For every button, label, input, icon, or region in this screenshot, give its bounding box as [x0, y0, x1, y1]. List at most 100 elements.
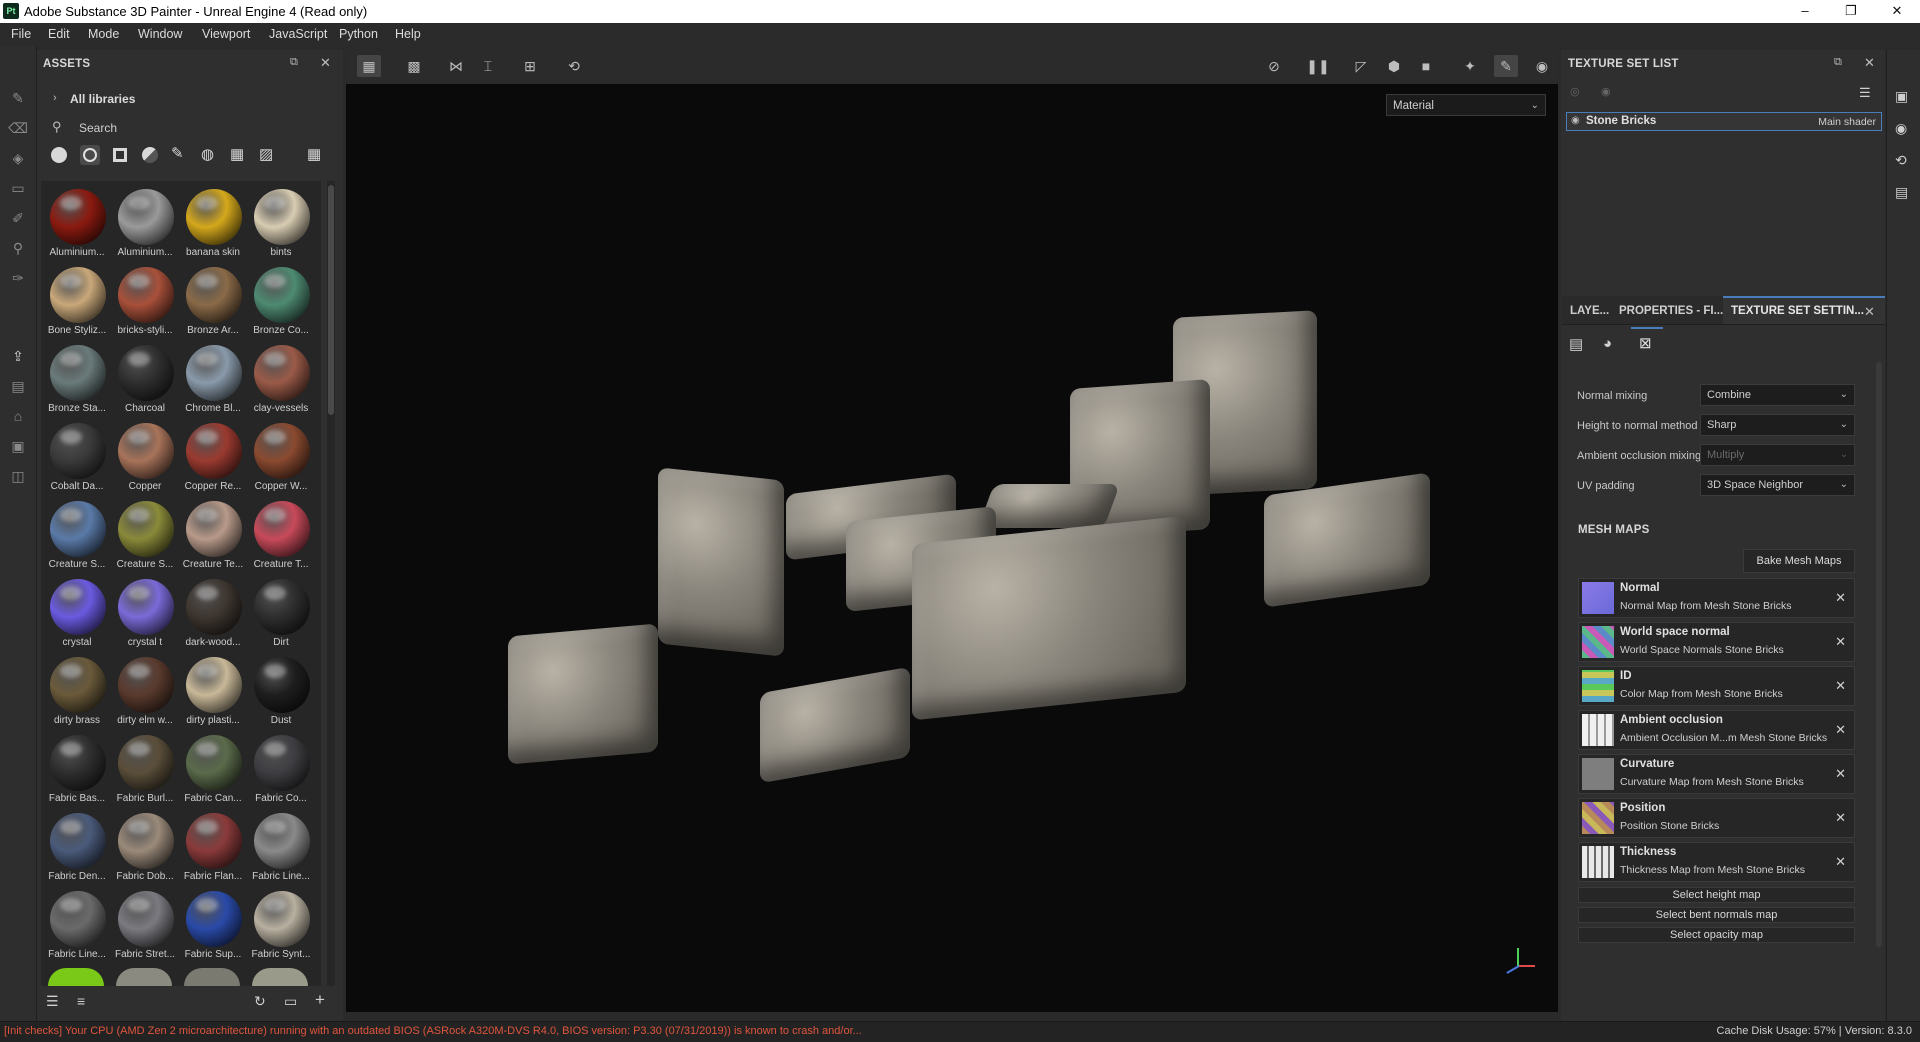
- display-settings-icon[interactable]: ▣: [1895, 88, 1908, 105]
- maximize-button[interactable]: ❐: [1828, 0, 1874, 23]
- geometry-mask-icon[interactable]: ▭: [8, 178, 28, 198]
- close-tab-icon[interactable]: ✕: [1864, 304, 1875, 320]
- menu-python[interactable]: Python: [339, 27, 378, 41]
- clone-tool-icon[interactable]: ⚲: [8, 238, 28, 258]
- select-opacity-map-button[interactable]: Select opacity map: [1578, 927, 1855, 943]
- assets-scrollbar-thumb[interactable]: [328, 185, 334, 415]
- grid-view-icon[interactable]: ▦: [357, 55, 381, 77]
- asset-thumbnail[interactable]: Fabric Co...: [247, 731, 315, 807]
- asset-thumbnail[interactable]: Creature S...: [43, 497, 111, 573]
- view-mode-icon[interactable]: ▦: [307, 145, 321, 163]
- menu-icon[interactable]: ☰: [1859, 85, 1871, 101]
- asset-thumbnail[interactable]: Fabric Stret...: [111, 887, 179, 963]
- mesh-map-normal[interactable]: Normal Normal Map from Mesh Stone Bricks…: [1578, 578, 1855, 618]
- mesh-map-thickness[interactable]: Thickness Thickness Map from Mesh Stone …: [1578, 842, 1855, 882]
- menu-edit[interactable]: Edit: [48, 27, 70, 41]
- height-to-normal-select[interactable]: Sharp ⌄: [1700, 414, 1855, 436]
- select-bent-normals-map-button[interactable]: Select bent normals map: [1578, 907, 1855, 923]
- tab-properties[interactable]: PROPERTIES - FI...: [1619, 305, 1723, 317]
- chevron-right-icon[interactable]: ›: [53, 92, 57, 104]
- float-panel-icon[interactable]: ⧉: [1834, 56, 1842, 69]
- search-input[interactable]: Search: [79, 121, 117, 135]
- asset-thumbnail[interactable]: Fabric Dob...: [111, 809, 179, 885]
- remove-icon[interactable]: ✕: [1835, 634, 1846, 650]
- asset-thumbnail[interactable]: dirty brass: [43, 653, 111, 729]
- asset-thumbnail[interactable]: bricks-styli...: [111, 263, 179, 339]
- asset-thumbnail[interactable]: Copper: [111, 419, 179, 495]
- remove-icon[interactable]: ✕: [1835, 590, 1846, 606]
- filter-grid-textures-icon[interactable]: ▦: [230, 145, 244, 163]
- asset-thumbnail[interactable]: Copper W...: [247, 419, 315, 495]
- history-icon[interactable]: ⟲: [562, 55, 586, 77]
- menu-mode[interactable]: Mode: [88, 27, 119, 41]
- asset-thumbnail[interactable]: Fabric Line...: [43, 887, 111, 963]
- status-warning[interactable]: [Init checks] Your CPU (AMD Zen 2 microa…: [4, 1025, 862, 1037]
- history-panel-icon[interactable]: ⟲: [1895, 152, 1907, 169]
- tab-texture-set-settings[interactable]: TEXTURE SET SETTIN...: [1731, 305, 1864, 317]
- render-icon[interactable]: ✦: [1458, 55, 1482, 77]
- refresh-icon[interactable]: ↻: [254, 993, 266, 1010]
- filter-materials-icon[interactable]: [51, 147, 67, 163]
- export-icon[interactable]: ⇪: [8, 346, 28, 366]
- asset-thumbnail[interactable]: Dust: [247, 653, 315, 729]
- filter-brushes-icon[interactable]: ✎: [171, 144, 184, 162]
- viewport-mode-select[interactable]: Material ⌄: [1386, 94, 1546, 116]
- asset-thumbnail[interactable]: Creature S...: [111, 497, 179, 573]
- asset-thumbnail[interactable]: Bronze Sta...: [43, 341, 111, 417]
- asset-thumbnail[interactable]: Fabric Line...: [247, 809, 315, 885]
- camera-icon[interactable]: ■: [1414, 55, 1438, 77]
- mesh-map-curvature[interactable]: Curvature Curvature Map from Mesh Stone …: [1578, 754, 1855, 794]
- asset-thumbnail[interactable]: Charcoal: [111, 341, 179, 417]
- asset-thumbnail[interactable]: Fabric Burl...: [111, 731, 179, 807]
- symmetry-icon[interactable]: ⋈: [444, 55, 468, 77]
- asset-thumbnail[interactable]: Dirt: [247, 575, 315, 651]
- asset-thumbnail[interactable]: Fabric Flan...: [179, 809, 247, 885]
- folder-icon[interactable]: ▭: [284, 993, 297, 1010]
- close-panel-icon[interactable]: ✕: [320, 55, 331, 71]
- asset-thumbnail[interactable]: Cobalt Da...: [43, 419, 111, 495]
- menu-file[interactable]: File: [11, 27, 31, 41]
- asset-thumbnail[interactable]: Fabric Sup...: [179, 887, 247, 963]
- log-panel-icon[interactable]: ▤: [1895, 184, 1908, 201]
- asset-thumbnail[interactable]: bints: [247, 185, 315, 261]
- material-sphere-icon[interactable]: ◕: [1603, 335, 1612, 352]
- remove-icon[interactable]: ✕: [1835, 678, 1846, 694]
- paint-tool-icon[interactable]: ✎: [8, 88, 28, 108]
- menu-window[interactable]: Window: [138, 27, 182, 41]
- minimize-button[interactable]: –: [1782, 0, 1828, 23]
- normal-mixing-select[interactable]: Combine ⌄: [1700, 384, 1855, 406]
- 3d-viewport[interactable]: [346, 84, 1558, 1012]
- eye-icon[interactable]: ◉: [1571, 115, 1580, 126]
- asset-thumbnail[interactable]: Aluminium...: [111, 185, 179, 261]
- packages-icon[interactable]: ◫: [8, 466, 28, 486]
- view-3d-icon[interactable]: ⬢: [1382, 55, 1406, 77]
- asset-thumbnail[interactable]: Fabric Can...: [179, 731, 247, 807]
- asset-thumbnail[interactable]: clay-vessels: [247, 341, 315, 417]
- asset-thumbnail[interactable]: Creature T...: [247, 497, 315, 573]
- asset-thumbnail[interactable]: Fabric Synt...: [247, 887, 315, 963]
- asset-thumbnail[interactable]: Fabric Den...: [43, 809, 111, 885]
- paint-mode-icon[interactable]: ✎: [1494, 55, 1518, 77]
- remove-icon[interactable]: ✕: [1835, 810, 1846, 826]
- remove-icon[interactable]: ✕: [1835, 854, 1846, 870]
- select-height-map-button[interactable]: Select height map: [1578, 887, 1855, 903]
- menu-viewport[interactable]: Viewport: [202, 27, 250, 41]
- asset-thumbnail[interactable]: Aluminium...: [43, 185, 111, 261]
- picker-tool-icon[interactable]: ✑: [8, 268, 28, 288]
- asset-thumbnail[interactable]: Copper Re...: [179, 419, 247, 495]
- tile-view-icon[interactable]: ▩: [402, 55, 426, 77]
- settings-icon[interactable]: ▤: [1569, 335, 1583, 353]
- frame-icon[interactable]: ⊞: [518, 55, 542, 77]
- list-icon[interactable]: ≡: [77, 993, 85, 1009]
- texture-set-row[interactable]: ◉ Stone Bricks Main shader: [1566, 112, 1882, 131]
- asset-thumbnail[interactable]: banana skin: [179, 185, 247, 261]
- align-icon[interactable]: ⌶: [476, 55, 500, 77]
- eye-icon[interactable]: ◉: [1601, 85, 1611, 98]
- remove-icon[interactable]: ✕: [1835, 722, 1846, 738]
- settings-scrollbar[interactable]: [1876, 362, 1882, 947]
- menu-help[interactable]: Help: [395, 27, 421, 41]
- tab-layers[interactable]: LAYE...: [1570, 305, 1609, 317]
- hide-icon[interactable]: ◎: [1570, 85, 1580, 98]
- filter-environments-icon[interactable]: ▨: [259, 145, 273, 163]
- hide-ui-icon[interactable]: ⊘: [1262, 55, 1286, 77]
